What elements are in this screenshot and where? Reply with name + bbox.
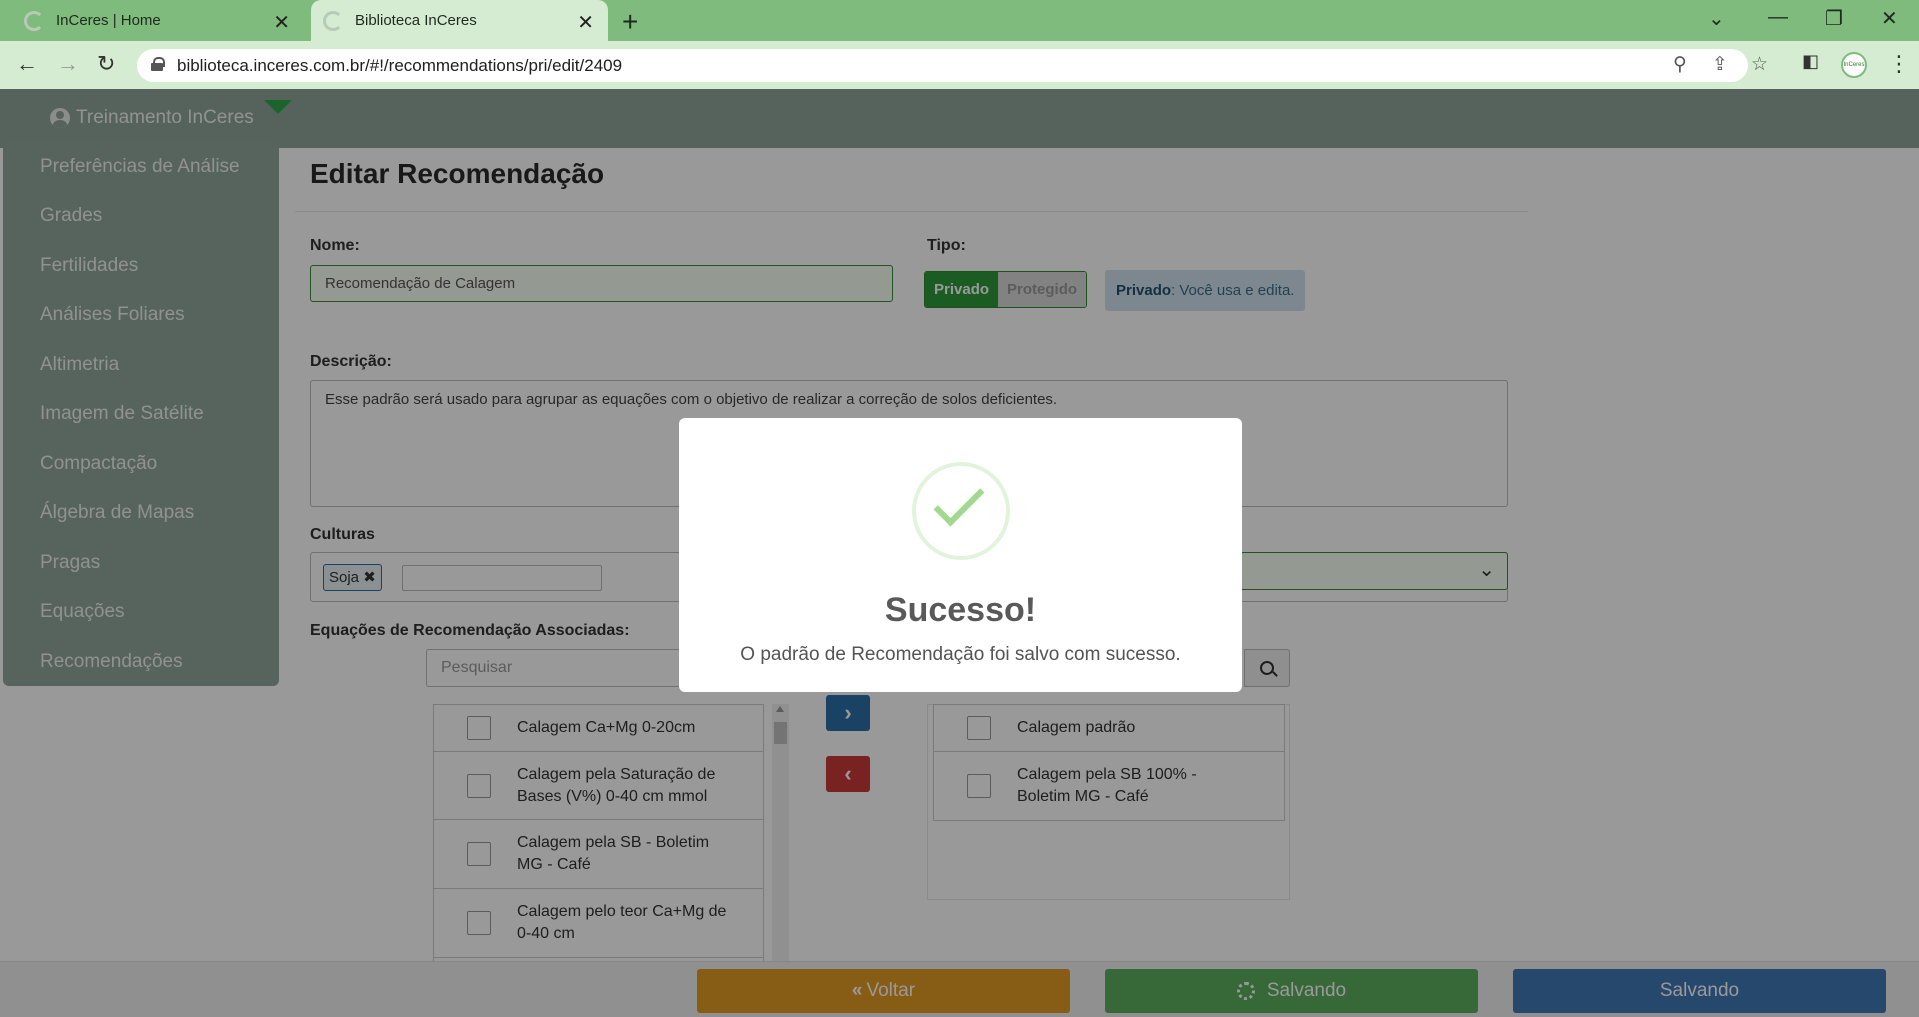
url-field[interactable]: biblioteca.inceres.com.br/#!/recommendat… — [137, 49, 1768, 82]
dialog-title: Sucesso! — [884, 591, 1037, 629]
dialog-message: O padrão de Recomendação foi salvo com s… — [740, 644, 1181, 665]
minimize-icon[interactable]: — — [1768, 6, 1788, 29]
url-text: biblioteca.inceres.com.br/#!/recommendat… — [177, 56, 623, 75]
side-panel-icon[interactable]: ◧ — [1802, 51, 1819, 72]
forward-icon[interactable]: → — [57, 51, 79, 77]
bookmark-star-icon[interactable]: ☆ — [1751, 53, 1768, 76]
reload-icon[interactable]: ↻ — [97, 51, 115, 77]
browser-address-bar: ← → ↻ biblioteca.inceres.com.br/#!/recom… — [0, 41, 1919, 89]
inceres-favicon-icon — [24, 10, 44, 31]
new-tab-icon[interactable]: + — [622, 6, 638, 38]
tab-title: InCeres | Home — [56, 12, 161, 29]
lock-icon[interactable] — [151, 57, 165, 71]
success-check-icon — [912, 462, 1010, 560]
close-window-icon[interactable]: ✕ — [1881, 6, 1898, 31]
tab-biblioteca-inceres[interactable]: Biblioteca InCeres ✕ — [311, 0, 608, 41]
tab-search-chevron-icon[interactable]: ⌄ — [1708, 6, 1725, 31]
success-dialog: Sucesso! O padrão de Recomendação foi sa… — [679, 418, 1242, 692]
close-tab-icon[interactable]: ✕ — [577, 10, 594, 35]
back-icon[interactable]: ← — [16, 51, 38, 77]
inceres-favicon-icon — [323, 10, 343, 31]
profile-avatar[interactable]: InCeres — [1841, 52, 1867, 78]
restore-icon[interactable]: ❐ — [1825, 6, 1843, 31]
tab-inceres-home[interactable]: InCeres | Home ✕ — [12, 0, 304, 41]
close-tab-icon[interactable]: ✕ — [273, 10, 290, 35]
browser-menu-icon[interactable]: ⋮ — [1888, 51, 1910, 77]
tab-title: Biblioteca InCeres — [355, 12, 477, 29]
share-icon[interactable]: ⇪ — [1712, 53, 1728, 76]
zoom-icon[interactable]: ⚲ — [1673, 53, 1687, 76]
browser-tab-bar: InCeres | Home ✕ Biblioteca InCeres ✕ + … — [0, 0, 1919, 41]
